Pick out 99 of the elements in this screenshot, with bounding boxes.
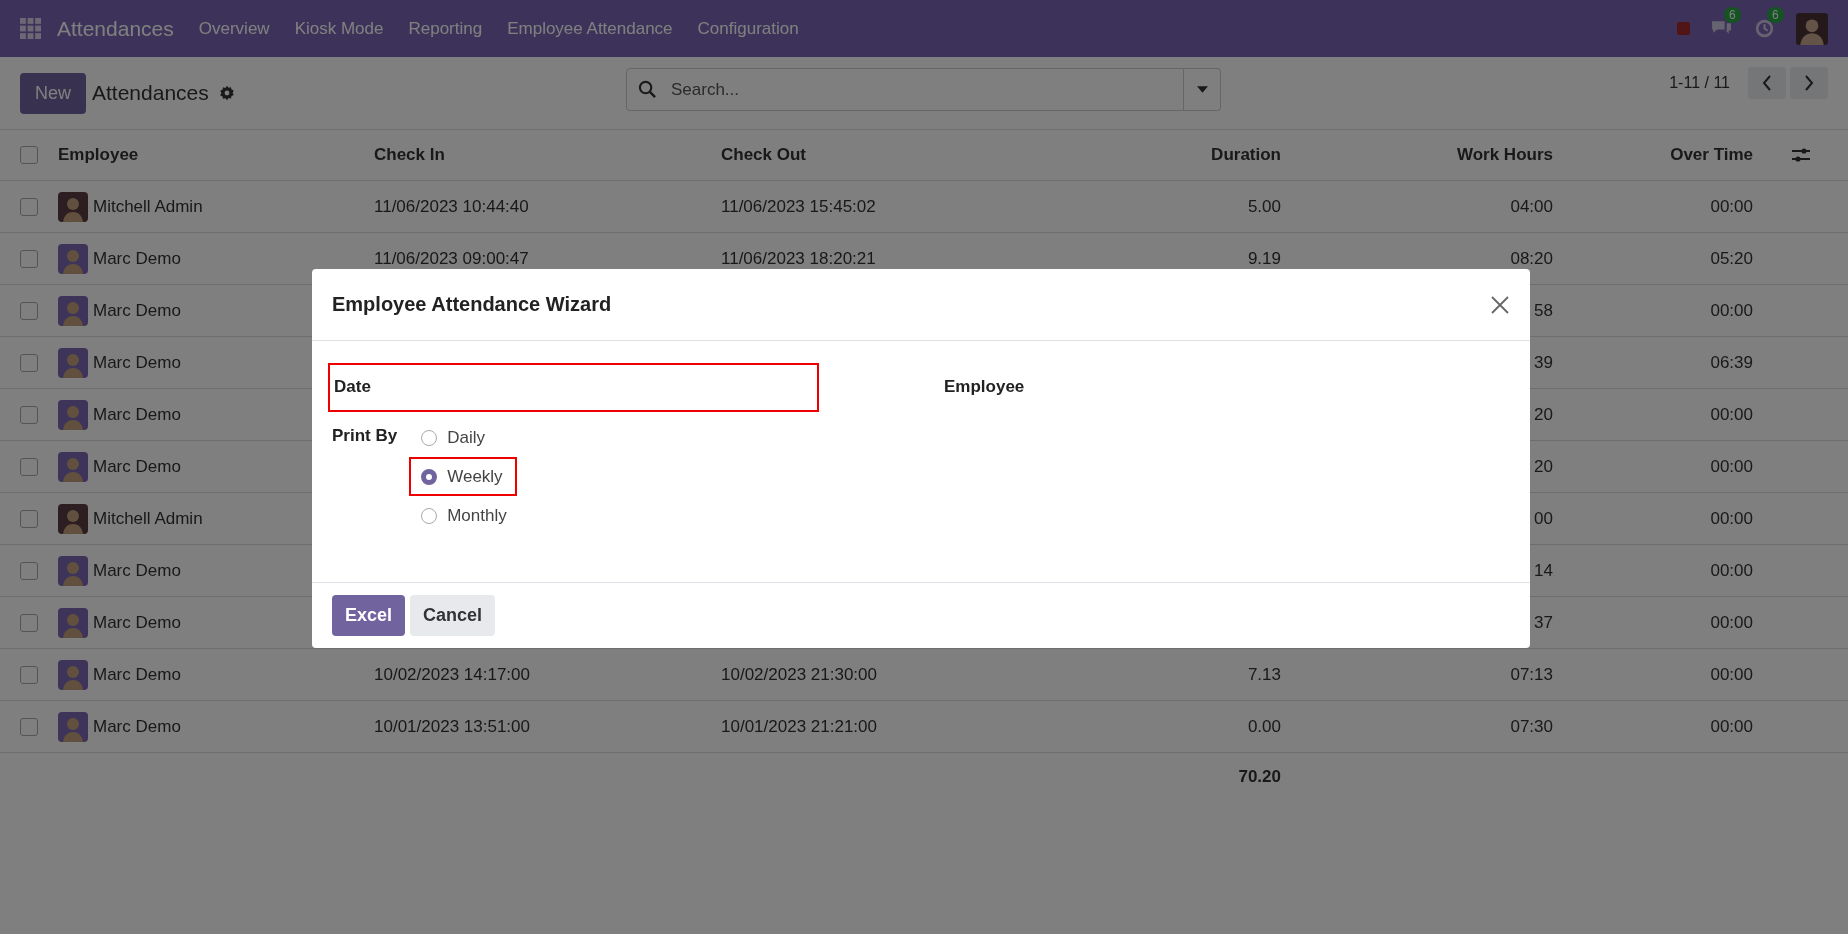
search-icon: [638, 80, 657, 99]
row-checkbox[interactable]: [20, 613, 38, 632]
search-field[interactable]: Search...: [626, 68, 1184, 111]
table-cell: Marc Demo: [93, 300, 181, 321]
table-cell: Marc Demo: [93, 716, 181, 737]
table-cell: 37: [1534, 612, 1553, 632]
table-cell: 06:39: [1710, 352, 1753, 372]
table-cell: 5.00: [1247, 196, 1281, 216]
table-cell: 00:00: [1710, 300, 1753, 320]
table-cell: 14: [1534, 560, 1553, 580]
table-cell: Marc Demo: [93, 248, 181, 269]
clock-icon[interactable]: [1753, 18, 1776, 39]
table-cell: 07:30: [1510, 716, 1553, 736]
table-cell: 58: [1534, 300, 1553, 320]
notification-count: 6: [1724, 7, 1741, 23]
dialog-title: Employee Attendance Wizard: [332, 293, 612, 316]
table-cell: Marc Demo: [93, 612, 181, 633]
apps-menu-icon[interactable]: [20, 18, 41, 39]
table-cell: 39: [1534, 352, 1553, 372]
table-cell: 10/02/2023 14:17:00: [374, 664, 530, 684]
table-cell: 00:00: [1710, 716, 1753, 736]
chevron-right-icon: [1804, 75, 1814, 91]
row-checkbox[interactable]: [20, 561, 38, 580]
table-cell: 11/06/2023 09:00:47: [374, 248, 529, 268]
table-cell: 00:00: [1710, 404, 1753, 424]
column-header[interactable]: Duration: [1211, 145, 1281, 164]
row-checkbox[interactable]: [20, 197, 38, 216]
table-cell: 11/06/2023 10:44:40: [374, 196, 529, 216]
table-cell: Mitchell Admin: [93, 196, 203, 217]
column-header[interactable]: Employee: [58, 145, 139, 164]
notification-count: 6: [1767, 7, 1784, 23]
table-cell: Marc Demo: [93, 404, 181, 425]
table-cell: 11/06/2023 15:45:02: [721, 196, 876, 216]
row-checkbox[interactable]: [20, 353, 38, 372]
pager-value[interactable]: 1-11 / 11: [1669, 74, 1730, 92]
user-avatar[interactable]: [1796, 12, 1828, 45]
row-checkbox[interactable]: [20, 457, 38, 476]
export-button[interactable]: Excel: [332, 595, 406, 636]
menu-item[interactable]: Configuration: [697, 18, 799, 39]
select-all-checkbox[interactable]: [20, 146, 38, 164]
settings-icon[interactable]: [218, 85, 235, 101]
table-cell: 11/06/2023 18:20:21: [721, 248, 876, 268]
menu-item[interactable]: Overview: [198, 18, 270, 39]
table-cell: 00:00: [1710, 612, 1753, 632]
caret-icon: [1196, 86, 1208, 93]
table-cell: 10/01/2023 13:51:00: [374, 716, 530, 736]
table-cell: 0.00: [1247, 716, 1281, 736]
cancel-button[interactable]: Cancel: [410, 595, 496, 636]
table-cell: Marc Demo: [93, 352, 181, 373]
table-cell: 7.13: [1247, 664, 1281, 684]
table-cell: Mitchell Admin: [93, 508, 203, 529]
date-field[interactable]: Date: [328, 363, 819, 412]
record-icon[interactable]: [1677, 22, 1690, 35]
page-title: Attendances: [92, 81, 209, 105]
close-icon[interactable]: [1490, 294, 1510, 315]
total-value: 70.20: [1238, 767, 1281, 786]
table-cell: 20: [1534, 404, 1553, 424]
table-cell: 00:00: [1710, 196, 1753, 216]
column-settings-icon[interactable]: [1791, 147, 1810, 163]
row-checkbox[interactable]: [20, 405, 38, 424]
app-title[interactable]: Attendances: [57, 16, 174, 41]
table-cell: 08:20: [1510, 248, 1553, 268]
table-cell: 9.19: [1247, 248, 1281, 268]
menu-item[interactable]: Employee Attendance: [507, 18, 673, 39]
table-cell: 00:00: [1710, 456, 1753, 476]
table-cell: 00: [1534, 508, 1553, 528]
column-header[interactable]: Work Hours: [1456, 145, 1553, 164]
menu-item[interactable]: Kiosk Mode: [294, 18, 384, 39]
table-cell: 04:00: [1510, 196, 1553, 216]
table-cell: 07:13: [1510, 664, 1553, 684]
table-cell: Marc Demo: [93, 664, 181, 685]
radio-option[interactable]: Weekly: [409, 457, 517, 496]
table-cell: 05:20: [1710, 248, 1753, 268]
table-cell: 10/01/2023 21:21:00: [721, 716, 877, 736]
table-cell: 00:00: [1710, 560, 1753, 580]
row-checkbox[interactable]: [20, 301, 38, 320]
column-header[interactable]: Check Out: [721, 145, 807, 164]
table-cell: 00:00: [1710, 508, 1753, 528]
table-cell: 20: [1534, 456, 1553, 476]
row-checkbox[interactable]: [20, 249, 38, 268]
field-label: Employee: [944, 377, 1025, 396]
radio-option[interactable]: Daily: [409, 418, 499, 457]
row-checkbox[interactable]: [20, 665, 38, 684]
column-header[interactable]: Check In: [374, 145, 445, 164]
row-checkbox[interactable]: [20, 509, 38, 528]
table-cell: 10/02/2023 21:30:00: [721, 664, 877, 684]
menu-item[interactable]: Reporting: [408, 18, 483, 39]
next-page-button[interactable]: [1790, 67, 1828, 99]
table-cell: 00:00: [1710, 664, 1753, 684]
column-header[interactable]: Over Time: [1670, 145, 1753, 164]
chevron-left-icon: [1762, 75, 1772, 91]
table-cell: Marc Demo: [93, 456, 181, 477]
new-button[interactable]: New: [20, 72, 86, 114]
previous-page-button[interactable]: [1748, 67, 1786, 99]
search-options-button[interactable]: [1184, 68, 1221, 111]
field-label: Print By: [332, 425, 398, 447]
radio-option[interactable]: Monthly: [409, 496, 521, 535]
row-checkbox[interactable]: [20, 717, 38, 736]
table-cell: Marc Demo: [93, 560, 181, 581]
